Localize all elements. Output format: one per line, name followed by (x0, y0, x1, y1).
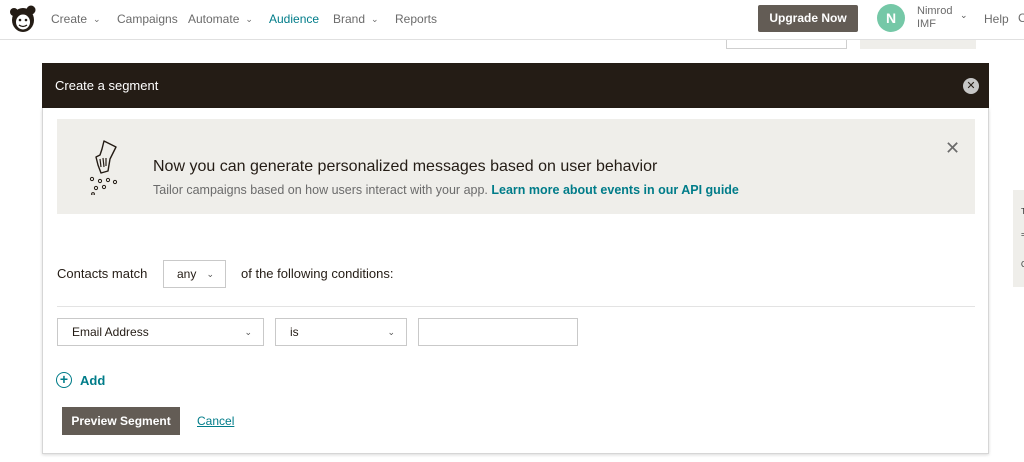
nav-reports[interactable]: Reports (395, 12, 437, 26)
close-icon[interactable]: ✕ (945, 139, 960, 157)
preview-segment-button[interactable]: Preview Segment (62, 407, 180, 435)
nav-campaigns[interactable]: Campaigns (117, 12, 178, 26)
nav-campaigns-label: Campaigns (117, 12, 178, 26)
modal-body: Now you can generate personalized messag… (42, 108, 989, 454)
nav-brand[interactable]: Brand ⌄ (333, 12, 379, 26)
chevron-down-icon: ⌄ (387, 327, 395, 337)
divider (57, 306, 975, 307)
nav-audience-label: Audience (269, 12, 320, 26)
plus-circle-icon: + (56, 372, 72, 388)
nav-create[interactable]: Create ⌄ (51, 12, 101, 26)
modal-header: Create a segment ✕ (42, 63, 989, 108)
user-name[interactable]: Nimrod (917, 5, 952, 18)
chevron-down-icon: ⌄ (371, 14, 379, 24)
banner-title: Now you can generate personalized messag… (153, 158, 658, 175)
condition-field-value: Email Address (72, 325, 149, 339)
banner-text: Tailor campaigns based on how users inte… (153, 183, 739, 197)
nav-audience[interactable]: Audience (269, 12, 319, 26)
chevron-down-icon: ⌄ (245, 14, 253, 24)
cancel-link[interactable]: Cancel (197, 414, 234, 428)
close-icon[interactable]: ✕ (963, 78, 979, 94)
background-button-fragment (860, 40, 976, 49)
chevron-down-icon: ⌄ (206, 269, 214, 279)
condition-field-select[interactable]: Email Address ⌄ (57, 318, 264, 346)
chevron-down-icon: ⌄ (244, 327, 252, 337)
api-guide-link[interactable]: Learn more about events in our API guide (491, 183, 739, 197)
condition-operator-select[interactable]: is ⌄ (275, 318, 407, 346)
nav-reports-label: Reports (395, 12, 438, 26)
nav-brand-label: Brand (333, 12, 366, 26)
modal-title: Create a segment (55, 78, 159, 93)
chevron-down-icon[interactable]: ⌄ (960, 10, 968, 21)
chevron-down-icon: ⌄ (93, 14, 101, 24)
top-nav: Create ⌄ Campaigns Automate ⌄ Audience Bra… (0, 0, 1024, 40)
pointing-hand-illustration-icon (89, 140, 118, 195)
help-link[interactable]: Help (984, 12, 1009, 26)
events-banner: Now you can generate personalized messag… (57, 119, 975, 214)
add-condition-label: Add (80, 373, 106, 388)
nav-create-label: Create (51, 12, 88, 26)
upgrade-now-button[interactable]: Upgrade Now (758, 5, 858, 32)
background-input-fragment (726, 40, 847, 49)
user-org[interactable]: IMF (917, 18, 936, 31)
feedback-side-tab[interactable]: T = C (1013, 190, 1024, 287)
banner-description: Tailor campaigns based on how users inte… (153, 183, 488, 197)
condition-operator-value: is (290, 325, 299, 339)
nav-automate[interactable]: Automate ⌄ (188, 12, 253, 26)
nav-automate-label: Automate (188, 12, 240, 26)
match-prefix-label: Contacts match (57, 266, 148, 281)
match-type-select[interactable]: any ⌄ (163, 260, 226, 288)
nav-overflow-text[interactable]: C (1018, 11, 1024, 25)
condition-value-input[interactable] (418, 318, 578, 346)
match-type-value: any (177, 267, 197, 281)
mailchimp-logo-icon[interactable] (9, 4, 37, 34)
avatar[interactable]: N (877, 4, 905, 32)
match-suffix-label: of the following conditions: (241, 266, 394, 281)
